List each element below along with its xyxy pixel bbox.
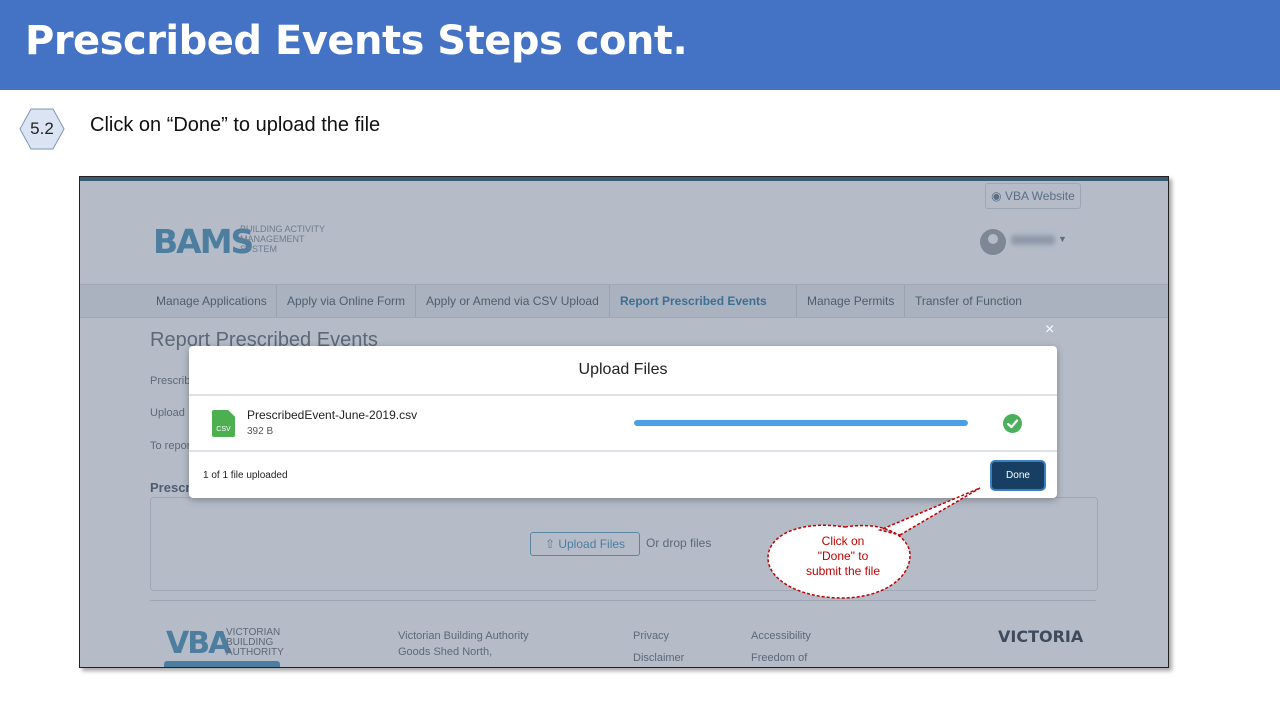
instruction-callout: Click on "Done" to submit the file	[760, 480, 990, 620]
file-type-label: CSV	[216, 426, 231, 433]
nav-manage-permits[interactable]: Manage Permits	[797, 285, 905, 317]
footer-link-disclaimer[interactable]: Disclaimer	[633, 650, 684, 666]
victoria-state-logo: VICTORIA	[998, 627, 1084, 646]
vba-logo-subtitle: VICTORIAN BUILDING AUTHORITY	[226, 627, 284, 658]
upload-files-modal: Upload Files CSV PrescribedEvent-June-20…	[189, 346, 1057, 498]
vba-tagline-bar	[164, 661, 280, 667]
done-button[interactable]: Done	[992, 462, 1044, 489]
vba-logo: VBA	[166, 626, 231, 661]
upload-files-label: Upload Files	[558, 537, 626, 551]
drop-files-text: Or drop files	[646, 536, 712, 550]
footer-links-col1: Privacy Disclaimer	[633, 628, 684, 666]
upload-progress-bar	[634, 420, 968, 426]
user-avatar-icon[interactable]	[980, 229, 1006, 255]
modal-title: Upload Files	[189, 346, 1057, 396]
footer-link-accessibility[interactable]: Accessibility	[751, 628, 811, 644]
background-text-line: Prescrib	[150, 375, 191, 387]
footer-address-line: Goods Shed North,	[398, 646, 493, 658]
bams-logo: BAMS	[153, 222, 254, 261]
main-nav: Manage Applications Apply via Online For…	[80, 284, 1168, 318]
callout-text: Click on "Done" to submit the file	[805, 534, 881, 578]
slide-title-bar: Prescribed Events Steps cont.	[0, 0, 1280, 90]
background-text-line: Upload	[150, 407, 185, 419]
nav-apply-csv-upload[interactable]: Apply or Amend via CSV Upload	[416, 285, 610, 317]
chevron-down-icon[interactable]: ▼	[1058, 234, 1067, 244]
footer-link-foi[interactable]: Freedom of	[751, 650, 811, 666]
app-screenshot: ◉ VBA Website BAMS BUILDING ACTIVITY MAN…	[79, 176, 1169, 668]
user-name-blurred[interactable]	[1011, 235, 1055, 245]
upload-status-text: 1 of 1 file uploaded	[203, 470, 288, 481]
upload-files-button[interactable]: ⇧ Upload Files	[530, 532, 640, 556]
step-instruction: Click on “Done” to upload the file	[90, 114, 381, 136]
vba-website-label: VBA Website	[1005, 189, 1075, 203]
check-icon	[1003, 414, 1022, 433]
uploaded-file-row: CSV PrescribedEvent-June-2019.csv 392 B	[189, 396, 1057, 452]
footer-link-privacy[interactable]: Privacy	[633, 628, 684, 644]
vba-website-link[interactable]: ◉ VBA Website	[985, 183, 1081, 209]
nav-apply-online-form[interactable]: Apply via Online Form	[277, 285, 416, 317]
nav-report-prescribed-events[interactable]: Report Prescribed Events	[610, 285, 797, 317]
upload-icon: ⇧	[544, 537, 555, 551]
slide-title: Prescribed Events Steps cont.	[25, 18, 688, 64]
footer-address: Victorian Building Authority Goods Shed …	[398, 628, 529, 660]
header-accent-line	[80, 177, 1168, 181]
globe-icon: ◉	[991, 189, 1002, 203]
footer-address-line: Victorian Building Authority	[398, 630, 529, 642]
background-text-line: To repor	[150, 440, 191, 452]
nav-transfer-of-function[interactable]: Transfer of Function	[905, 285, 1035, 317]
section-heading: Prescr	[150, 480, 191, 495]
footer-links-col2: Accessibility Freedom of	[751, 628, 811, 666]
bams-logo-subtitle: BUILDING ACTIVITY MANAGEMENT SYSTEM	[240, 224, 326, 254]
upload-progress-fill	[634, 420, 968, 426]
file-name: PrescribedEvent-June-2019.csv	[247, 408, 418, 422]
file-size: 392 B	[247, 426, 274, 437]
close-icon[interactable]: ×	[1045, 321, 1054, 339]
csv-file-icon: CSV	[212, 410, 235, 437]
step-number-badge: 5.2	[19, 108, 65, 150]
step-number: 5.2	[30, 119, 54, 138]
nav-manage-applications[interactable]: Manage Applications	[146, 285, 277, 317]
